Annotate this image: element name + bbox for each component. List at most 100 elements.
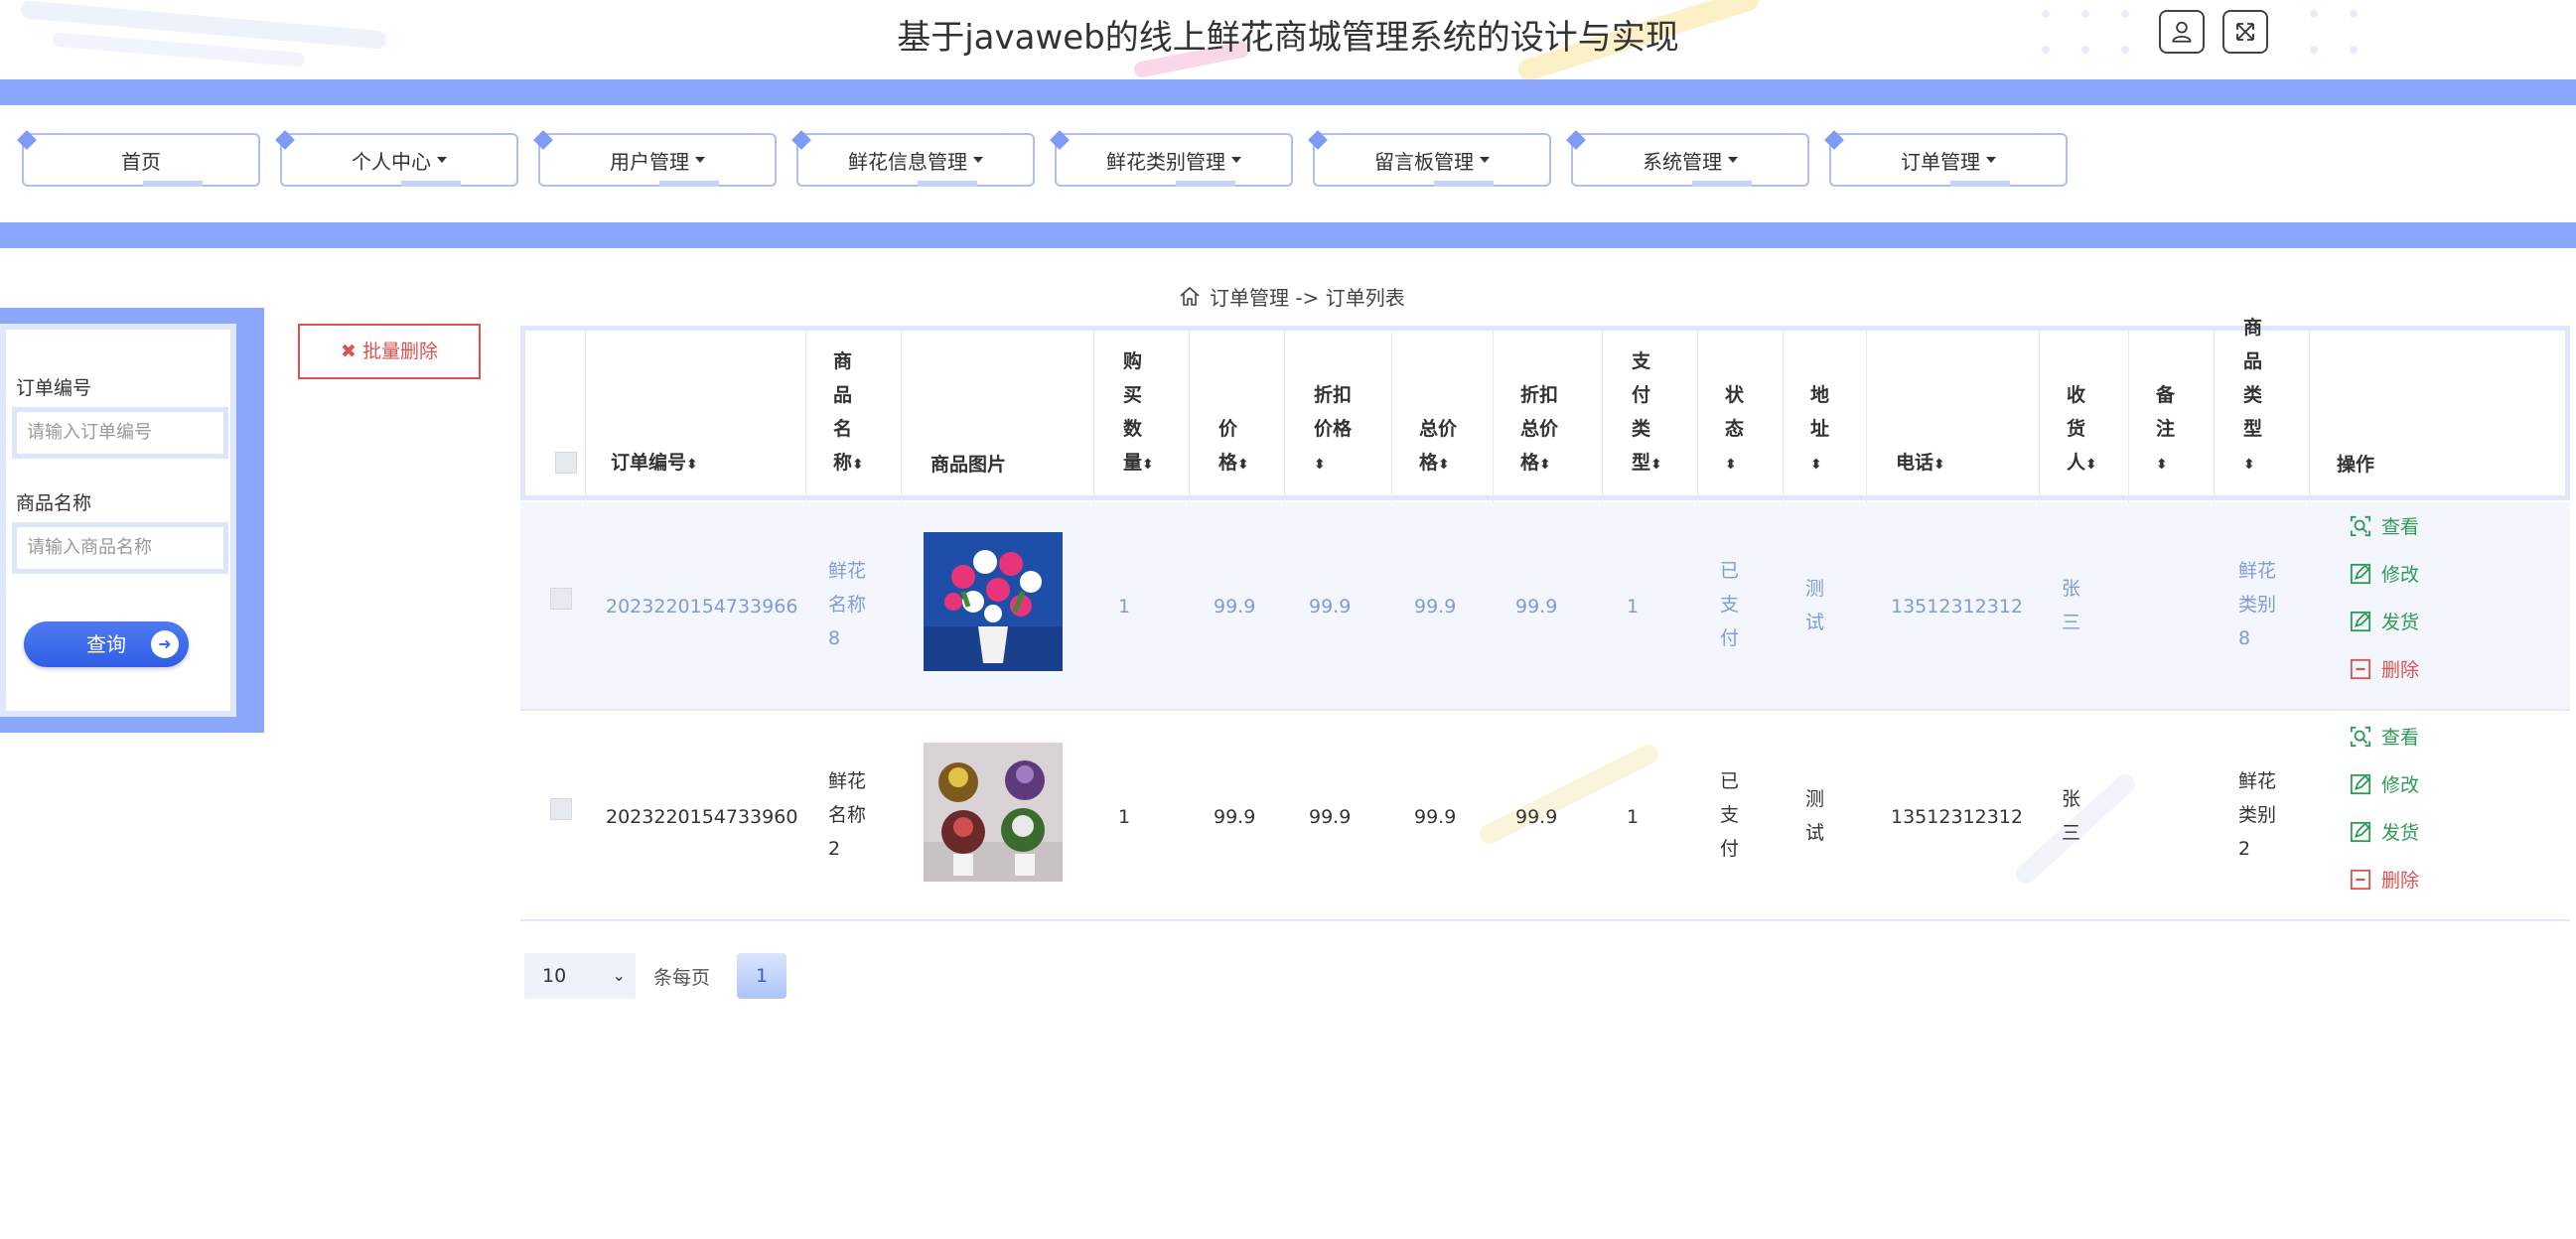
caret-down-icon xyxy=(973,157,983,163)
col-product-image: 商品图片 xyxy=(930,454,1007,476)
cell-discount-price: 99.9 xyxy=(1309,596,1352,618)
caret-down-icon xyxy=(1986,157,1996,163)
nav-item-order-management[interactable]: 订单管理 xyxy=(1829,133,2068,187)
edit-icon xyxy=(2350,611,2371,631)
nav-item-personal-center[interactable]: 个人中心 xyxy=(280,133,518,187)
sort-icon: ⬍ xyxy=(1314,457,1326,473)
col-quantity[interactable]: 购买数量⬍ xyxy=(1123,344,1157,482)
product-name-input[interactable]: 请输入商品名称 xyxy=(12,522,228,574)
header-band-top xyxy=(0,79,2576,105)
fullscreen-icon xyxy=(2236,23,2254,41)
cell-discount-total: 99.9 xyxy=(1515,596,1558,618)
batch-delete-label: 批量删除 xyxy=(361,341,438,362)
view-button[interactable]: 查看 xyxy=(2350,723,2419,750)
cell-total: 99.9 xyxy=(1414,596,1457,618)
cell-price: 99.9 xyxy=(1214,806,1256,828)
sort-icon: ⬍ xyxy=(1142,457,1154,473)
sort-icon: ⬍ xyxy=(1438,457,1450,473)
row-checkbox[interactable] xyxy=(550,588,572,610)
col-actions: 操作 xyxy=(2337,454,2375,476)
fullscreen-button[interactable] xyxy=(2222,10,2268,54)
sort-icon: ⬍ xyxy=(1933,457,1945,473)
nav-item-message-board-management[interactable]: 留言板管理 xyxy=(1313,133,1551,187)
app-header: 基于javaweb的线上鲜花商城管理系统的设计与实现 xyxy=(0,0,2576,79)
cell-discount-total: 99.9 xyxy=(1515,806,1558,828)
col-product-type[interactable]: 商品类型⬍ xyxy=(2243,311,2273,482)
delete-button[interactable]: 删除 xyxy=(2350,655,2419,682)
cell-price: 99.9 xyxy=(1214,596,1256,618)
cell-quantity: 1 xyxy=(1118,596,1131,618)
sort-icon: ⬍ xyxy=(2243,457,2255,473)
per-page-label: 条每页 xyxy=(653,967,711,989)
user-center-button[interactable] xyxy=(2159,10,2205,54)
product-image xyxy=(924,532,1063,671)
col-address[interactable]: 地址 ⬍ xyxy=(1810,378,1840,482)
page-1-button[interactable]: 1 xyxy=(737,953,787,999)
cell-phone: 13512312312 xyxy=(1891,596,2023,618)
query-button[interactable]: 查询 ➜ xyxy=(24,621,189,667)
cell-product-name: 鲜花 名称 8 xyxy=(828,560,867,649)
caret-down-icon xyxy=(1728,157,1738,163)
col-total[interactable]: 总价 格⬍ xyxy=(1419,412,1467,482)
cell-order-no: 2023220154733966 xyxy=(606,596,798,618)
arrow-right-icon: ➜ xyxy=(151,630,179,658)
cell-receiver: 张三 xyxy=(2062,788,2081,844)
ship-button[interactable]: 发货 xyxy=(2350,608,2419,634)
edit-button[interactable]: 修改 xyxy=(2350,770,2419,797)
product-image xyxy=(924,743,1063,882)
delete-button[interactable]: 删除 xyxy=(2350,866,2419,893)
cell-receiver: 张三 xyxy=(2062,578,2081,633)
breadcrumb-text: 订单管理 -> 订单列表 xyxy=(1210,286,1405,310)
cell-phone: 13512312312 xyxy=(1891,806,2023,828)
user-icon xyxy=(2172,21,2192,43)
order-no-input[interactable]: 请输入订单编号 xyxy=(12,407,228,459)
sort-icon: ⬍ xyxy=(1650,457,1662,473)
nav-item-system-management[interactable]: 系统管理 xyxy=(1571,133,1809,187)
col-receiver[interactable]: 收货人⬍ xyxy=(2067,378,2100,482)
select-all-checkbox[interactable] xyxy=(555,452,577,474)
cell-product-type: 鲜花 类别 8 xyxy=(2238,560,2277,649)
cell-total: 99.9 xyxy=(1414,806,1457,828)
col-order-no[interactable]: 订单编号⬍ xyxy=(611,446,698,482)
view-button[interactable]: 查看 xyxy=(2350,512,2419,539)
col-remark[interactable]: 备注 ⬍ xyxy=(2156,378,2186,482)
nav-item-flower-info-management[interactable]: 鲜花信息管理 xyxy=(796,133,1035,187)
sort-icon: ⬍ xyxy=(852,457,864,473)
minus-square-icon xyxy=(2350,869,2371,890)
batch-delete-button[interactable]: ✖ 批量删除 xyxy=(298,324,481,379)
sort-icon: ⬍ xyxy=(686,457,698,473)
page-size-value: 10 xyxy=(542,965,567,987)
nav-item-user-management[interactable]: 用户管理 xyxy=(538,133,777,187)
nav-item-flower-category-management[interactable]: 鲜花类别管理 xyxy=(1055,133,1293,187)
col-product-name[interactable]: 商品名称⬍ xyxy=(833,344,873,482)
row-checkbox[interactable] xyxy=(550,798,572,820)
edit-icon xyxy=(2350,563,2371,584)
cell-discount-price: 99.9 xyxy=(1309,806,1352,828)
col-phone[interactable]: 电话⬍ xyxy=(1896,446,1945,482)
table-header: 订单编号⬍ 商品名称⬍ 商品图片 购买数量⬍ 价格⬍ 折扣 价格 ⬍ 总价 格⬍ 折扣… xyxy=(520,317,2570,505)
close-icon: ✖ xyxy=(341,341,357,362)
col-discount-total[interactable]: 折扣 总价 格⬍ xyxy=(1520,378,1568,482)
home-icon xyxy=(1180,286,1200,306)
order-no-label: 订单编号 xyxy=(16,377,92,399)
edit-icon xyxy=(2350,821,2371,842)
col-pay-type[interactable]: 支付类型⬍ xyxy=(1632,344,1665,482)
cell-address: 测试 xyxy=(1805,788,1825,844)
sort-icon: ⬍ xyxy=(1237,457,1249,473)
caret-down-icon xyxy=(1480,157,1490,163)
page-size-select[interactable]: 10 ⌄ xyxy=(524,953,636,999)
col-price[interactable]: 价格⬍ xyxy=(1218,412,1256,482)
sort-icon: ⬍ xyxy=(1810,457,1822,473)
cell-address: 测试 xyxy=(1805,578,1825,633)
table-row[interactable]: 2023220154733966 鲜花 名称 8 1 99.9 99.9 99.9 … xyxy=(520,502,2570,711)
ship-button[interactable]: 发货 xyxy=(2350,818,2419,845)
col-status[interactable]: 状态 ⬍ xyxy=(1725,378,1755,482)
edit-button[interactable]: 修改 xyxy=(2350,560,2419,587)
caret-down-icon xyxy=(437,157,447,163)
nav-item-home[interactable]: 首页 xyxy=(22,133,260,187)
sort-icon: ⬍ xyxy=(1725,457,1737,473)
table-row[interactable]: 2023220154733960 鲜花 名称 2 1 99.9 99.9 99.9 … xyxy=(520,713,2570,921)
breadcrumb: 订单管理 -> 订单列表 xyxy=(1178,282,1405,311)
col-discount-price[interactable]: 折扣 价格 ⬍ xyxy=(1314,378,1361,482)
cell-product-name: 鲜花 名称 2 xyxy=(828,770,867,860)
